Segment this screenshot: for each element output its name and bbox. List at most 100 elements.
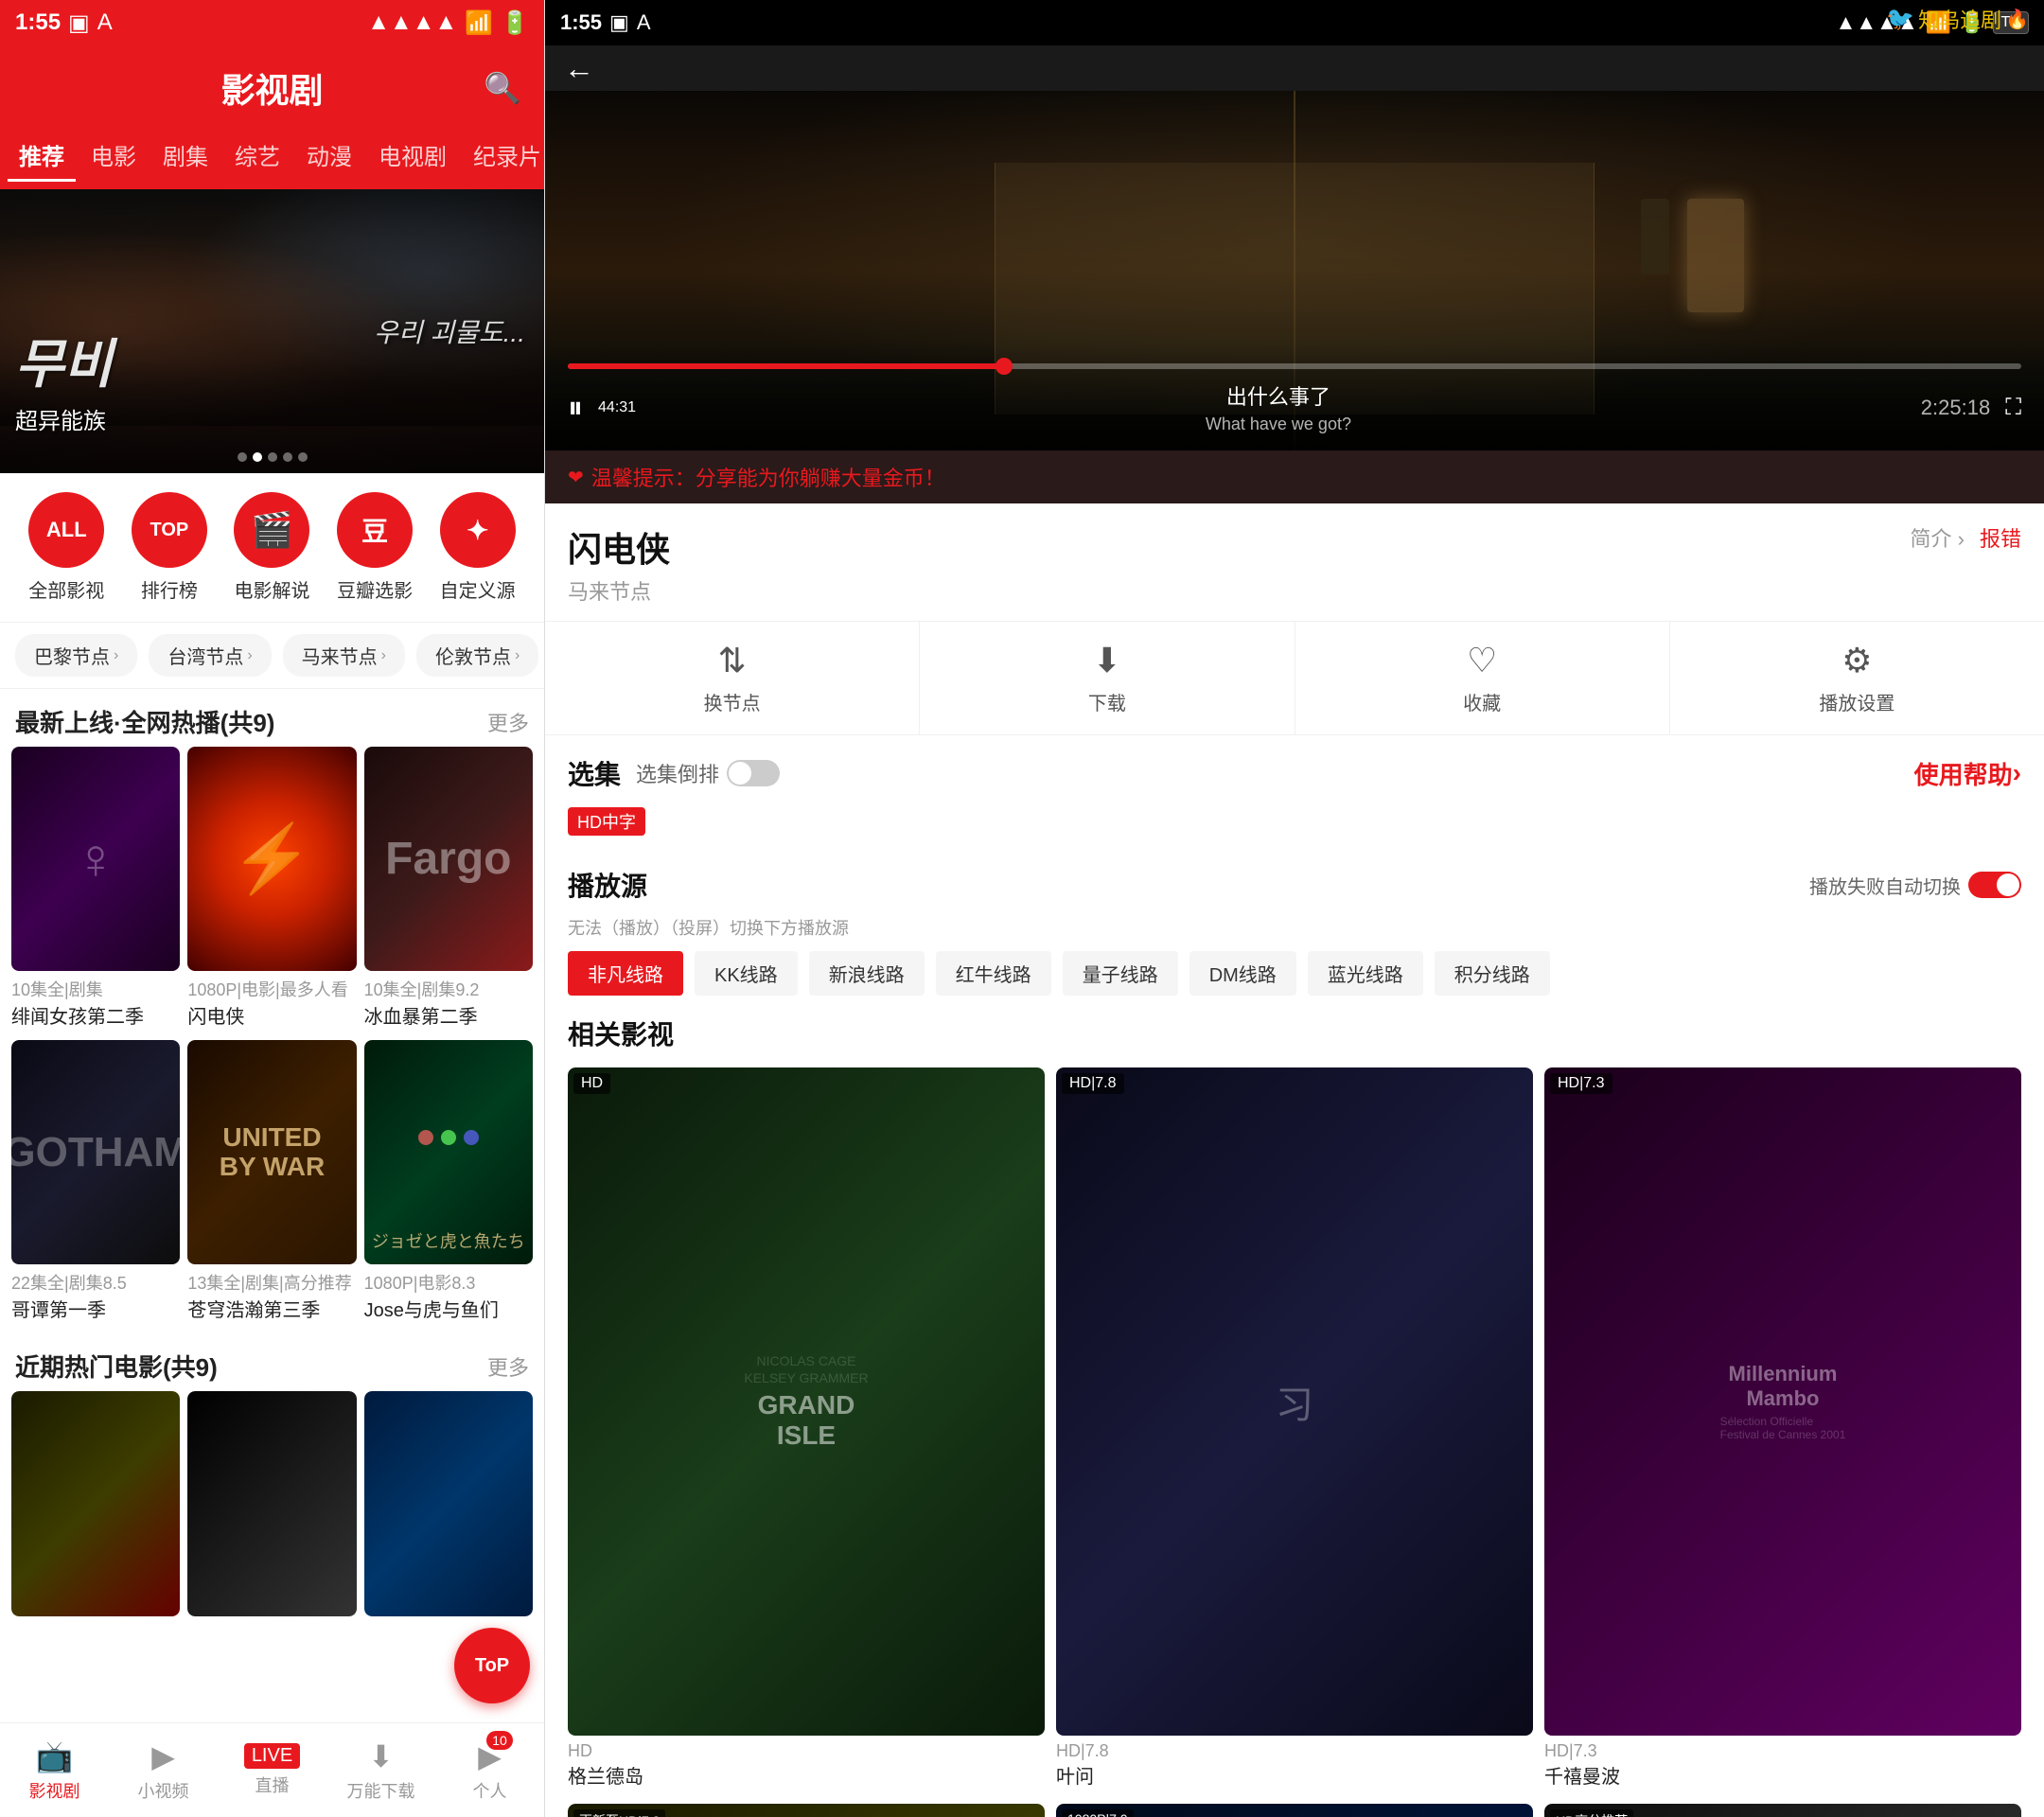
tab-variety[interactable]: 综艺	[223, 131, 291, 182]
source-tag-redbull[interactable]: 红牛线路	[936, 951, 1051, 996]
signal-icon: 📶	[465, 9, 493, 37]
node-malaysia[interactable]: 马来节点›	[283, 634, 405, 677]
quick-icon-all-label: 全部影视	[28, 575, 104, 603]
related-badge-2: HD|7.3	[1544, 1741, 2021, 1761]
nav-item-video[interactable]: 📺 影视剧	[0, 1723, 109, 1817]
related-label: 相关影视	[568, 1014, 2021, 1052]
tab-movie[interactable]: 电影	[79, 131, 148, 182]
list-item[interactable]: GOTHAM 22集全|剧集8.5 哥谭第一季	[11, 1040, 180, 1326]
settings-icon: ⚙	[1841, 641, 1872, 680]
list-item[interactable]: MillenniumMambo Sélection OfficielleFest…	[1544, 1067, 2021, 1792]
settings-label: 播放设置	[1819, 688, 1894, 715]
list-item[interactable]: Fargo 10集全|剧集9.2 冰血暴第二季	[364, 747, 533, 1032]
nav-label-download: 万能下载	[347, 1778, 415, 1803]
movies-section-more[interactable]: 更多	[487, 1351, 529, 1382]
banner[interactable]: 무비 超异能族 우리 괴물도...	[0, 189, 544, 473]
list-item[interactable]	[364, 1391, 533, 1615]
list-item[interactable]: ご野望激 更新至HD|7.2 更新至HD|7.2 关原之战	[568, 1804, 1045, 1817]
subtitle-display: 出什么事了What have we got?	[651, 380, 1906, 435]
video-nav-icon: 📺	[36, 1738, 74, 1774]
source-tag-dm[interactable]: DM线路	[1189, 951, 1296, 996]
list-item[interactable]	[11, 1391, 180, 1615]
bottom-nav: 📺 影视剧 ▶ 小视频 LIVE 直播 ⬇ 万能下载 ▶ 10 个人	[0, 1722, 544, 1817]
auto-switch: 播放失败自动切换	[1809, 872, 2021, 899]
list-item[interactable]: ♀ 10集全|剧集 绯闻女孩第二季	[11, 747, 180, 1032]
list-item[interactable]: ✦ Disney PIXAR 1080P|7.0 1080P|7.0 光年正传	[1056, 1804, 1533, 1817]
banner-dots	[238, 452, 308, 462]
download-button[interactable]: ⬇ 下载	[920, 622, 1295, 734]
intro-link[interactable]: 简介 ›	[1911, 522, 1965, 553]
episodes-toggle[interactable]	[727, 760, 780, 786]
quick-icon-all[interactable]: ALL 全部影视	[28, 492, 104, 603]
tab-tv[interactable]: 电视剧	[367, 131, 458, 182]
help-link[interactable]: 使用帮助 ›	[1914, 756, 2021, 791]
auto-switch-toggle[interactable]	[1968, 872, 2021, 898]
favorite-button[interactable]: ♡ 收藏	[1295, 622, 1670, 734]
movie-thumb-bg	[187, 1391, 356, 1615]
nav-item-download[interactable]: ⬇ 万能下载	[326, 1723, 435, 1817]
source-section: 播放源 播放失败自动切换 无法（播放）（投屏）切换下方播放源 非凡线路 KK线路…	[545, 866, 2044, 1014]
related-bg-4: ✦ Disney PIXAR 1080P|7.0	[1056, 1804, 1533, 1817]
content-area: 闪电侠 马来节点 简介 › 报错 ⇅ 换节点 ⬇ 下载 ♡	[545, 503, 2044, 1817]
share-tip-text: 温馨提示：分享能为你躺赚大量金币！	[591, 462, 945, 492]
search-icon[interactable]: 🔍	[484, 70, 521, 106]
tab-series[interactable]: 剧集	[151, 131, 220, 182]
progress-bar[interactable]	[568, 363, 2021, 369]
right-status-time: 1:55	[560, 10, 602, 35]
source-tag-kk[interactable]: KK线路	[695, 951, 798, 996]
tab-documentary[interactable]: 纪录片	[462, 131, 544, 182]
movie-name-5: Jose与虎与鱼们	[364, 1295, 533, 1322]
nav-item-short[interactable]: ▶ 小视频	[109, 1723, 218, 1817]
episodes-header: 选集 选集倒排 使用帮助 ›	[568, 754, 2021, 792]
list-item[interactable]	[187, 1391, 356, 1615]
source-tag-sina[interactable]: 新浪线路	[809, 951, 925, 996]
dot-1	[238, 452, 247, 462]
movies-section-title: 近期热门电影(共9)	[15, 1349, 218, 1384]
favorite-icon: ♡	[1467, 641, 1497, 680]
switch-node-icon: ⇅	[718, 641, 747, 680]
source-tag-score[interactable]: 积分线路	[1435, 951, 1550, 996]
node-taiwan[interactable]: 台湾节点›	[149, 634, 271, 677]
quick-icon-top[interactable]: TOP 排行榜	[132, 492, 207, 603]
report-link[interactable]: 报错	[1980, 522, 2021, 553]
source-tag-quantum[interactable]: 量子线路	[1063, 951, 1178, 996]
fullscreen-button[interactable]: ⛶	[2005, 395, 2021, 421]
help-arrow-icon: ›	[2013, 758, 2021, 788]
wifi-icon: ▲▲▲▲	[367, 9, 457, 37]
battery-icon: 🔋	[501, 9, 529, 37]
quick-icon-explain[interactable]: 🎬 电影解说	[234, 492, 309, 603]
tab-recommend[interactable]: 推荐	[8, 131, 76, 182]
help-label: 使用帮助	[1914, 756, 2013, 791]
back-button[interactable]: ←	[564, 51, 594, 86]
video-player[interactable]: ⏸ 44:31 出什么事了What have we got? 2:25:18 ⛶	[545, 91, 2044, 450]
node-beijing[interactable]: 巴黎节点›	[15, 634, 137, 677]
nav-item-profile[interactable]: ▶ 10 个人	[435, 1723, 544, 1817]
list-item[interactable]: ⚡ 1080P|电影|最多人看 闪电侠	[187, 747, 356, 1032]
movie-thumb-bg	[364, 1391, 533, 1615]
fab-top-button[interactable]: ToP	[454, 1628, 530, 1703]
list-item[interactable]: 寄生兽完結篇 HD高分推荐 HD高分推荐 寄生兽 完结篇	[1544, 1804, 2021, 1817]
quick-icon-douban[interactable]: 豆 豆瓣选影	[337, 492, 413, 603]
intro-label: 简介	[1911, 527, 1952, 551]
intro-arrow: ›	[1958, 527, 1965, 551]
source-tag-blue[interactable]: 蓝光线路	[1308, 951, 1423, 996]
list-item[interactable]: UNITEDBY WAR 13集全|剧集|高分推荐 苍穹浩瀚第三季	[187, 1040, 356, 1326]
node-london[interactable]: 伦敦节点›	[416, 634, 538, 677]
favorite-label: 收藏	[1463, 688, 1501, 715]
related-name-1: 叶问	[1056, 1761, 1533, 1789]
nav-item-live[interactable]: LIVE 直播	[218, 1723, 326, 1817]
tab-anime[interactable]: 动漫	[295, 131, 363, 182]
movie-sub-1: 1080P|电影|最多人看	[187, 977, 356, 1001]
nav-label-video: 影视剧	[29, 1778, 80, 1803]
video-header: ←	[545, 45, 2044, 91]
pause-button[interactable]: ⏸	[568, 390, 583, 426]
dot-5	[298, 452, 308, 462]
list-item[interactable]: 习 HD|7.8 HD|7.8 叶问	[1056, 1067, 1533, 1792]
source-tag-feifan[interactable]: 非凡线路	[568, 951, 683, 996]
settings-button[interactable]: ⚙ 播放设置	[1670, 622, 2044, 734]
list-item[interactable]: NICOLAS CAGEKELSEY GRAMMER GRANDISLE HD …	[568, 1067, 1045, 1792]
quick-icon-custom[interactable]: ✦ 自定义源	[440, 492, 516, 603]
switch-node-button[interactable]: ⇅ 换节点	[545, 622, 920, 734]
hot-section-more[interactable]: 更多	[487, 707, 529, 737]
list-item[interactable]: ジョゼと虎と魚たち 1080P|电影8.3 Jose与虎与鱼们	[364, 1040, 533, 1326]
